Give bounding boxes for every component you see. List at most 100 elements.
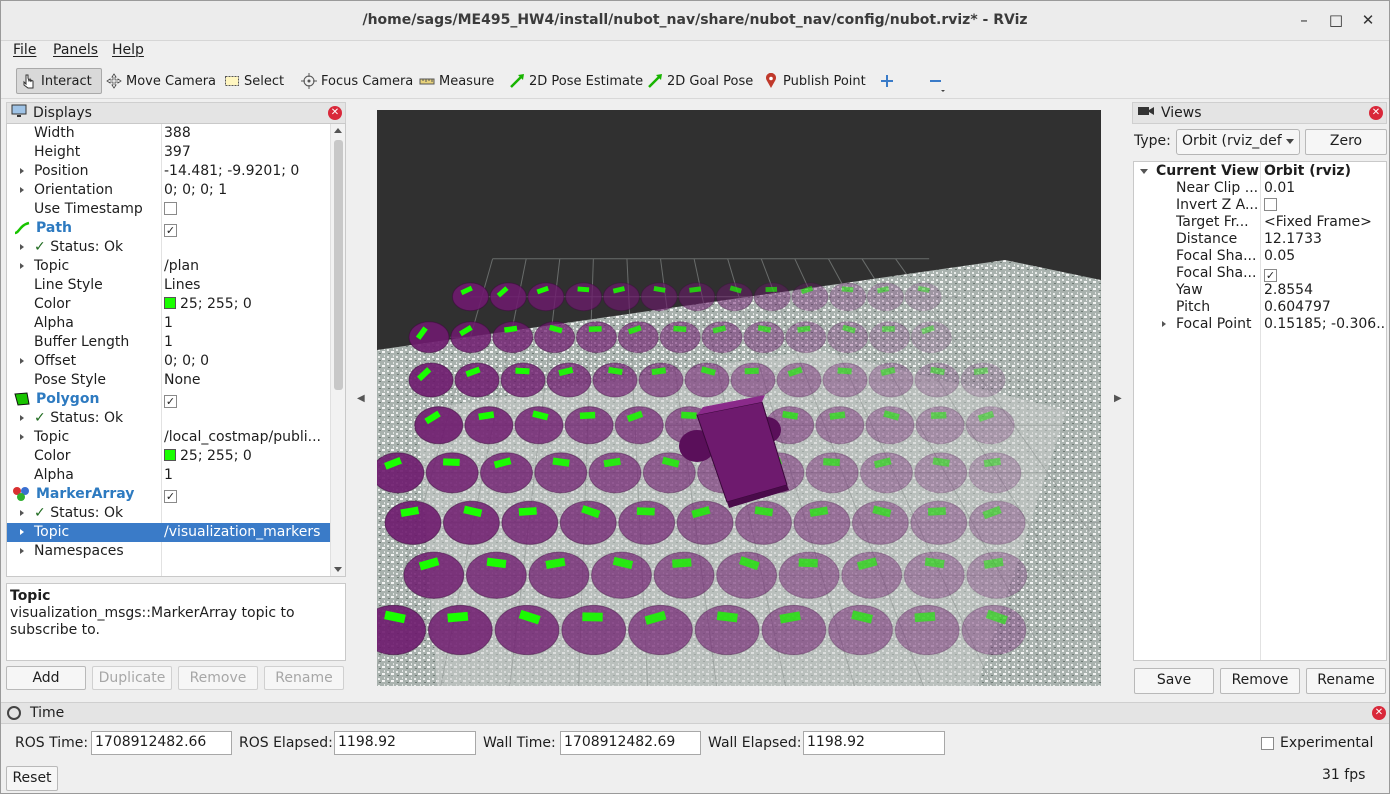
status-row[interactable]: ✓ Status: Ok <box>7 238 332 257</box>
expand-arrow-icon[interactable] <box>20 548 24 554</box>
tree-row[interactable]: Height 397 <box>7 143 332 162</box>
view-property-row[interactable]: Target Fr... <Fixed Frame> <box>1134 214 1386 231</box>
view-property-row[interactable]: Distance 12.1733 <box>1134 231 1386 248</box>
experimental-checkbox[interactable] <box>1261 737 1274 750</box>
expand-arrow-icon[interactable] <box>20 263 24 269</box>
ros-elapsed-field[interactable]: 1198.92 <box>334 731 476 755</box>
tree-row[interactable]: Offset 0; 0; 0 <box>7 352 332 371</box>
tree-row-selected[interactable]: Topic/visualization_markers <box>7 523 332 542</box>
tree-row[interactable]: Namespaces <box>7 542 332 561</box>
view-property-row[interactable]: Focal Point 0.15185; -0.306... <box>1134 316 1386 333</box>
scene-canvas[interactable] <box>377 110 1101 686</box>
property-value[interactable]: 12.1733 <box>1264 231 1386 247</box>
zero-button[interactable]: Zero <box>1305 129 1387 155</box>
remove-tool-button[interactable] <box>923 68 947 94</box>
duplicate-display-button[interactable]: Duplicate <box>92 666 172 690</box>
display-item-polygon[interactable]: Polygon ✓ <box>7 390 332 409</box>
maximize-icon[interactable]: □ <box>1325 9 1347 31</box>
property-value[interactable]: 0.01 <box>1264 180 1386 196</box>
remove-display-button[interactable]: Remove <box>178 666 258 690</box>
measure-tool-button[interactable]: Measure <box>415 68 498 94</box>
enable-checkbox[interactable]: ✓ <box>164 486 330 503</box>
close-panel-icon[interactable]: ✕ <box>1369 106 1383 120</box>
property-value[interactable]: /plan <box>164 258 330 274</box>
focus-camera-tool-button[interactable]: Focus Camera <box>297 68 417 94</box>
close-panel-icon[interactable]: ✕ <box>1372 706 1386 720</box>
collapse-left-icon[interactable]: ◀ <box>357 393 365 404</box>
tree-row[interactable]: Buffer Length 1 <box>7 333 332 352</box>
menu-help[interactable]: Help <box>112 42 144 58</box>
color-value[interactable]: 25; 255; 0 <box>164 296 330 312</box>
view-type-select[interactable]: Orbit (rviz_def <box>1176 129 1300 155</box>
color-value[interactable]: 25; 255; 0 <box>164 448 330 464</box>
focal-shape-checkbox[interactable]: ✓ <box>1264 265 1386 282</box>
status-row[interactable]: ✓ Status: Ok <box>7 409 332 428</box>
scroll-thumb[interactable] <box>334 140 343 390</box>
tree-row[interactable]: Color 25; 255; 0 <box>7 447 332 466</box>
scroll-up-icon[interactable] <box>334 128 342 133</box>
expand-arrow-icon[interactable] <box>20 529 24 535</box>
2d-pose-estimate-tool-button[interactable]: 2D Pose Estimate <box>505 68 647 94</box>
close-panel-icon[interactable]: ✕ <box>328 106 342 120</box>
view-property-row[interactable]: Invert Z A... <box>1134 197 1386 214</box>
property-value[interactable]: 0; 0; 0 <box>164 353 330 369</box>
property-value[interactable]: 388 <box>164 125 330 141</box>
property-value[interactable]: 1 <box>164 467 330 483</box>
property-value[interactable]: 1 <box>164 334 330 350</box>
tree-row[interactable]: Position -14.481; -9.9201; 0 <box>7 162 332 181</box>
expand-arrow-icon[interactable] <box>20 244 24 250</box>
minimize-icon[interactable]: – <box>1293 9 1315 31</box>
use-timestamp-checkbox[interactable] <box>164 201 330 217</box>
tree-row[interactable]: Topic/local_costmap/publi... <box>7 428 332 447</box>
tree-row[interactable]: Line Style Lines <box>7 276 332 295</box>
expand-arrow-icon[interactable] <box>20 415 24 421</box>
display-item-path[interactable]: Path ✓ <box>7 219 332 238</box>
property-value[interactable]: 0.05 <box>1264 248 1386 264</box>
remove-view-button[interactable]: Remove <box>1220 668 1300 694</box>
rename-display-button[interactable]: Rename <box>264 666 344 690</box>
publish-point-tool-button[interactable]: Publish Point <box>759 68 870 94</box>
wall-elapsed-field[interactable]: 1198.92 <box>803 731 945 755</box>
property-value[interactable]: 397 <box>164 144 330 160</box>
tree-row[interactable]: Topic/plan <box>7 257 332 276</box>
2d-goal-pose-tool-button[interactable]: 2D Goal Pose <box>643 68 757 94</box>
3d-render-viewport[interactable] <box>377 110 1101 686</box>
property-value[interactable]: /local_costmap/publi... <box>164 429 330 445</box>
menu-panels[interactable]: Panels <box>53 42 98 58</box>
display-item-markerarray[interactable]: MarkerArray ✓ <box>7 485 332 504</box>
vertical-scrollbar[interactable] <box>330 124 345 576</box>
property-value[interactable]: None <box>164 372 330 388</box>
property-value[interactable]: 0; 0; 0; 1 <box>164 182 330 198</box>
menu-file[interactable]: File <box>13 42 36 58</box>
close-icon[interactable]: ✕ <box>1357 9 1379 31</box>
interact-tool-button[interactable]: Interact <box>16 68 102 94</box>
property-value[interactable]: /visualization_markers <box>164 524 330 540</box>
move-camera-tool-button[interactable]: Move Camera <box>102 68 220 94</box>
expand-arrow-icon[interactable] <box>20 434 24 440</box>
tree-row[interactable]: Alpha 1 <box>7 314 332 333</box>
property-value[interactable]: -14.481; -9.9201; 0 <box>164 163 330 179</box>
expand-arrow-icon[interactable] <box>1162 321 1166 327</box>
property-value[interactable]: 0.604797 <box>1264 299 1386 315</box>
property-value[interactable]: Lines <box>164 277 330 293</box>
view-property-row[interactable]: Yaw 2.8554 <box>1134 282 1386 299</box>
property-value[interactable]: 0.15185; -0.306... <box>1264 316 1386 332</box>
tree-row[interactable]: Alpha 1 <box>7 466 332 485</box>
expand-arrow-icon[interactable] <box>20 510 24 516</box>
view-property-row[interactable]: Pitch 0.604797 <box>1134 299 1386 316</box>
tree-row[interactable]: Pose Style None <box>7 371 332 390</box>
expand-arrow-icon[interactable] <box>20 358 24 364</box>
property-value[interactable]: 1 <box>164 315 330 331</box>
status-row[interactable]: ✓ Status: Ok <box>7 504 332 523</box>
scroll-down-icon[interactable] <box>334 567 342 572</box>
reset-button[interactable]: Reset <box>6 766 58 791</box>
property-value[interactable]: 2.8554 <box>1264 282 1386 298</box>
view-property-row[interactable]: Near Clip ... 0.01 <box>1134 180 1386 197</box>
invert-z-checkbox[interactable] <box>1264 197 1386 213</box>
enable-checkbox[interactable]: ✓ <box>164 220 330 237</box>
current-view-row[interactable]: Current View Orbit (rviz) <box>1134 163 1386 180</box>
tree-row[interactable]: Orientation 0; 0; 0; 1 <box>7 181 332 200</box>
expand-arrow-icon[interactable] <box>20 187 24 193</box>
tree-row[interactable]: Width 388 <box>7 124 332 143</box>
collapse-right-icon[interactable]: ▶ <box>1114 393 1122 404</box>
